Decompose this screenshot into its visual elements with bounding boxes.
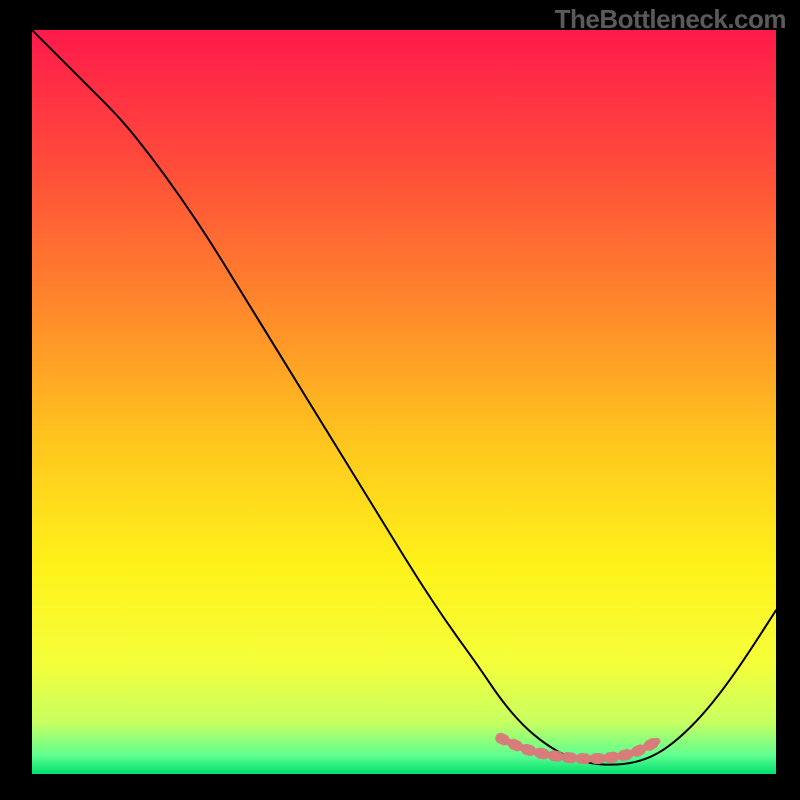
chart-background [32,30,776,774]
watermark-label: TheBottleneck.com [555,4,786,35]
chart-svg [32,30,776,774]
chart-frame: TheBottleneck.com [0,0,800,800]
chart-plot-area [32,30,776,774]
